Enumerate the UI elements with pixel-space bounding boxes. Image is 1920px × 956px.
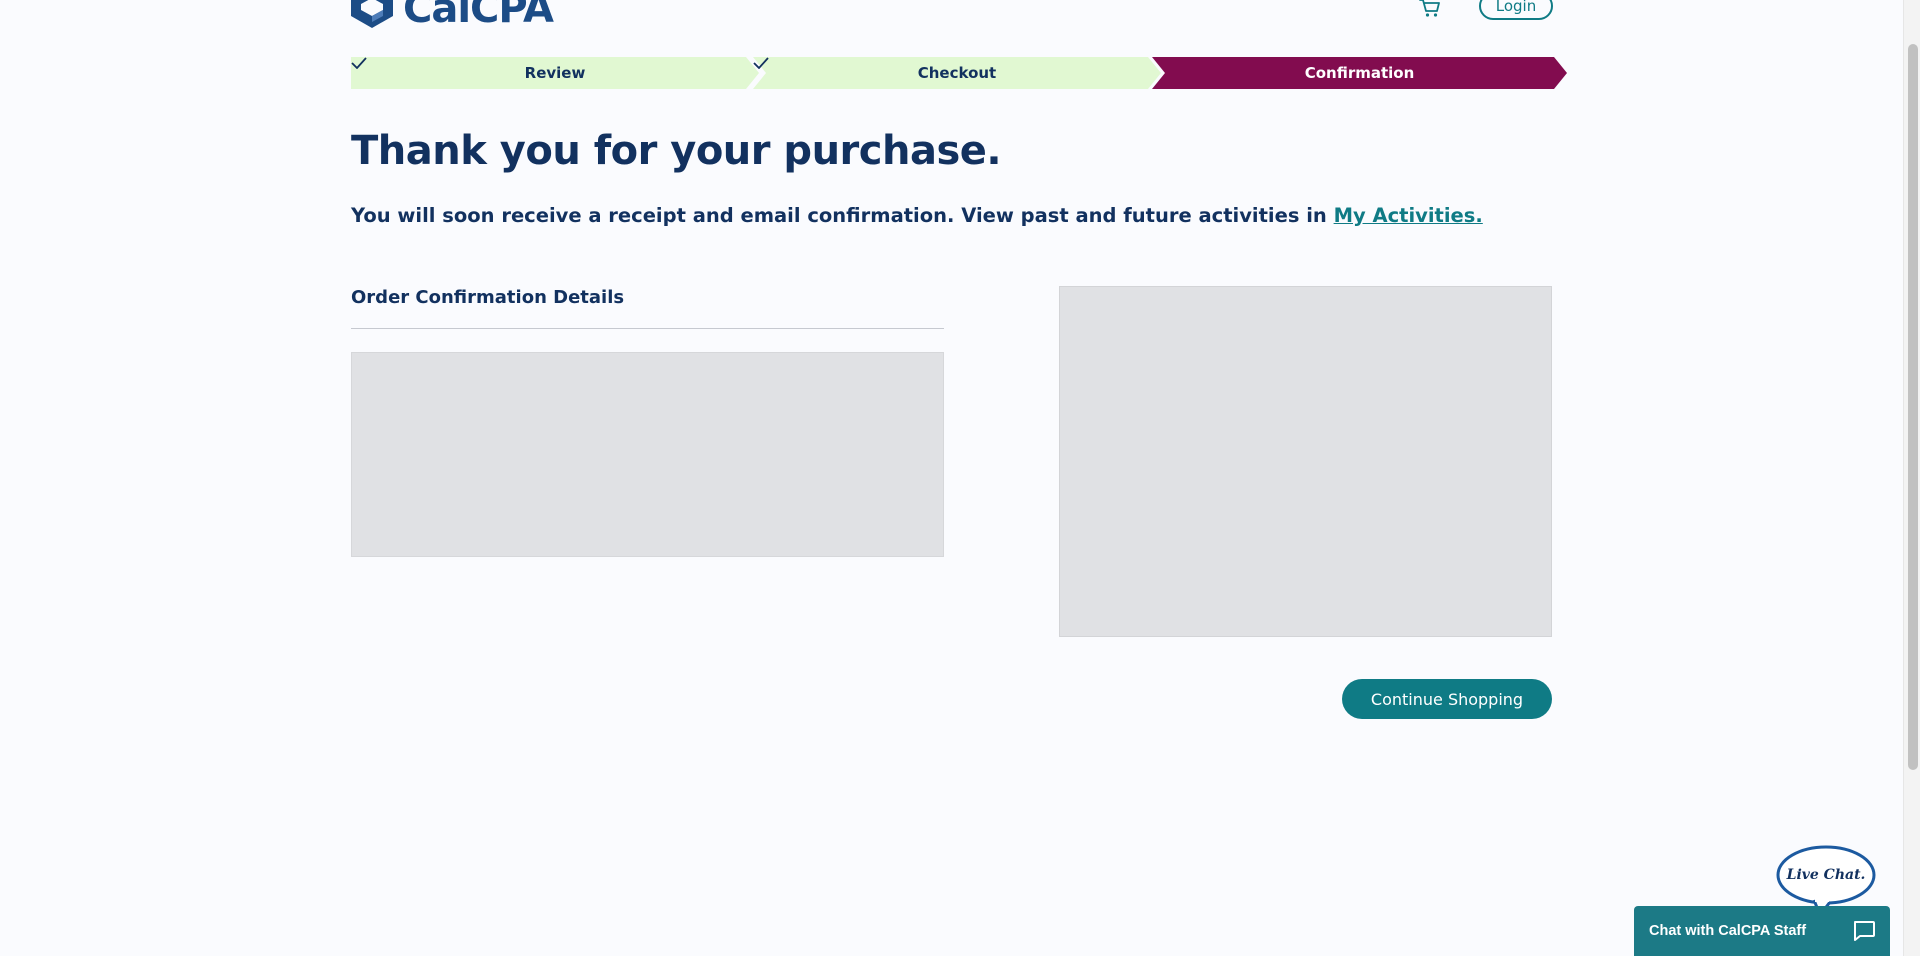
chat-bar-label: Chat with CalCPA Staff: [1649, 923, 1807, 939]
confirmation-message-text: You will soon receive a receipt and emai…: [351, 204, 1334, 227]
step-checkout: Checkout: [753, 57, 1161, 89]
step-review: Review: [351, 57, 759, 89]
step-confirmation-label-wrap: Confirmation: [1152, 57, 1567, 89]
logo-text: CalCPA: [403, 0, 554, 32]
page: CalCPA Login Review Checkout Confirmatio…: [0, 0, 1920, 956]
chat-with-staff-bar[interactable]: Chat with CalCPA Staff: [1634, 906, 1890, 956]
page-scrollbar[interactable]: [1903, 0, 1920, 956]
check-icon: [351, 57, 367, 69]
cart-icon[interactable]: [1419, 0, 1441, 18]
divider: [351, 328, 944, 329]
page-title: Thank you for your purchase.: [351, 128, 1002, 174]
step-confirmation: Confirmation: [1152, 57, 1567, 89]
order-summary-placeholder: [1059, 286, 1552, 637]
step-confirmation-label: Confirmation: [1304, 64, 1415, 82]
chat-icon: [1854, 921, 1875, 941]
logo-mark-icon: [351, 0, 393, 28]
step-review-label-wrap: Review: [351, 57, 759, 89]
calcpa-logo[interactable]: CalCPA: [351, 0, 554, 32]
step-review-label: Review: [524, 64, 586, 82]
live-chat-label: Live Chat.: [1786, 867, 1866, 883]
login-button[interactable]: Login: [1479, 0, 1553, 20]
checkout-stepper: Review Checkout Confirmation: [351, 57, 1567, 89]
check-icon: [753, 57, 769, 69]
confirmation-message: You will soon receive a receipt and emai…: [351, 204, 1483, 227]
scrollbar-thumb[interactable]: [1908, 44, 1918, 770]
step-checkout-label-wrap: Checkout: [753, 57, 1161, 89]
order-details-placeholder: [351, 352, 944, 557]
my-activities-link[interactable]: My Activities.: [1334, 204, 1483, 227]
order-confirmation-heading: Order Confirmation Details: [351, 287, 625, 308]
continue-shopping-button[interactable]: Continue Shopping: [1342, 679, 1552, 719]
step-checkout-label: Checkout: [917, 64, 997, 82]
